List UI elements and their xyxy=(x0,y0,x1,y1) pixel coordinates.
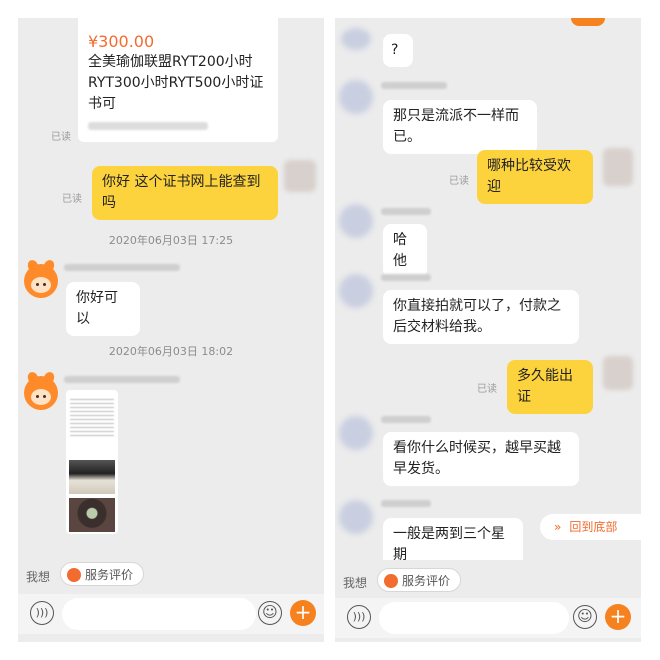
voice-icon[interactable]: ))) xyxy=(347,605,371,629)
back-to-bottom-label: 回到底部 xyxy=(569,520,618,534)
message-bubble-buyer[interactable]: 那只是流派不一样而已。 xyxy=(383,100,537,154)
top-action-fragment[interactable] xyxy=(571,18,605,26)
message-bubble-own[interactable]: 你好 这个证书网上能查到吗 xyxy=(92,166,278,220)
emoji-icon[interactable]: ☺ xyxy=(258,601,282,625)
message-input[interactable] xyxy=(379,602,569,634)
double-chevron-down-icon: » xyxy=(554,520,562,534)
wish-label: 我想 xyxy=(26,570,51,584)
own-avatar[interactable] xyxy=(284,160,316,192)
product-title: 全美瑜伽联盟RYT200小时RYT300小时RYT500小时证书可 xyxy=(88,54,264,112)
input-bar: ))) ☺ + xyxy=(335,598,641,638)
buyer-avatar[interactable] xyxy=(341,28,371,50)
message-bubble-own[interactable]: 多久能出证 xyxy=(507,360,593,414)
certificate-photo xyxy=(69,460,115,494)
read-receipt: 已读 xyxy=(51,132,71,143)
buyer-name-blurred xyxy=(381,208,431,215)
plus-icon[interactable]: + xyxy=(290,600,316,626)
read-receipt: 已读 xyxy=(477,384,497,395)
service-rating-label: 服务评价 xyxy=(402,574,451,588)
back-to-bottom-button[interactable]: » 回到底部 xyxy=(540,514,641,540)
own-avatar[interactable] xyxy=(603,148,633,186)
buyer-avatar[interactable] xyxy=(339,500,373,534)
message-bubble-buyer[interactable]: 你直接拍就可以了，付款之后交材料给我。 xyxy=(383,290,579,344)
message-bubble-buyer[interactable]: 看你什么时候买，越早买越早发货。 xyxy=(383,432,579,486)
certificate-image[interactable] xyxy=(66,390,118,534)
left-chat-panel: ¥300.00 全美瑜伽联盟RYT200小时RYT300小时RYT500小时证书… xyxy=(18,18,324,642)
buyer-avatar[interactable] xyxy=(339,80,373,114)
plus-icon[interactable]: + xyxy=(605,604,631,630)
right-chat-panel: ? 那只是流派不一样而已。 已读 哪种比较受欢迎 哈他 你直接拍就可以了，付款之… xyxy=(335,18,641,642)
service-rating-button[interactable]: 服务评价 xyxy=(377,568,462,592)
product-meta-blurred xyxy=(88,122,208,130)
service-rating-icon xyxy=(384,573,398,588)
buyer-avatar[interactable] xyxy=(339,274,373,308)
seller-avatar[interactable] xyxy=(24,264,58,298)
timestamp: 2020年06月03日 17:25 xyxy=(108,234,234,247)
seller-name-blurred xyxy=(64,264,180,271)
emoji-icon[interactable]: ☺ xyxy=(573,605,597,629)
buyer-name-blurred xyxy=(381,500,431,507)
bottom-bar: 我想 服务评价 ))) ☺ + xyxy=(335,560,641,642)
voice-icon[interactable]: ))) xyxy=(30,601,54,625)
message-bubble-own[interactable]: 哪种比较受欢迎 xyxy=(477,150,593,204)
service-rating-label: 服务评价 xyxy=(85,568,134,582)
buyer-name-blurred xyxy=(381,416,431,423)
read-receipt: 已读 xyxy=(62,194,82,205)
certificate-cover-photo xyxy=(69,498,115,532)
timestamp: 2020年06月03日 18:02 xyxy=(108,345,234,358)
buyer-avatar[interactable] xyxy=(339,416,373,450)
input-bar: ))) ☺ + xyxy=(18,594,324,634)
own-avatar[interactable] xyxy=(603,356,633,390)
message-input[interactable] xyxy=(62,598,256,630)
bottom-bar: 我想 服务评价 ))) ☺ + xyxy=(18,554,324,642)
seller-avatar[interactable] xyxy=(24,376,58,410)
certificate-text-preview xyxy=(70,396,114,438)
wish-label: 我想 xyxy=(343,576,368,590)
buyer-name-blurred xyxy=(381,274,431,281)
read-receipt: 已读 xyxy=(449,176,469,187)
buyer-avatar[interactable] xyxy=(339,204,373,238)
seller-name-blurred xyxy=(64,376,180,383)
message-bubble-buyer[interactable]: 哈他 xyxy=(383,224,427,278)
service-rating-icon xyxy=(67,567,81,582)
service-rating-button[interactable]: 服务评价 xyxy=(60,562,145,586)
message-bubble-seller[interactable]: 你好可以 xyxy=(66,282,140,336)
buyer-name-blurred xyxy=(381,82,447,89)
product-price: ¥300.00 xyxy=(88,32,155,51)
message-bubble-buyer[interactable]: ? xyxy=(383,34,413,67)
product-card[interactable]: ¥300.00 全美瑜伽联盟RYT200小时RYT300小时RYT500小时证书… xyxy=(78,18,278,142)
